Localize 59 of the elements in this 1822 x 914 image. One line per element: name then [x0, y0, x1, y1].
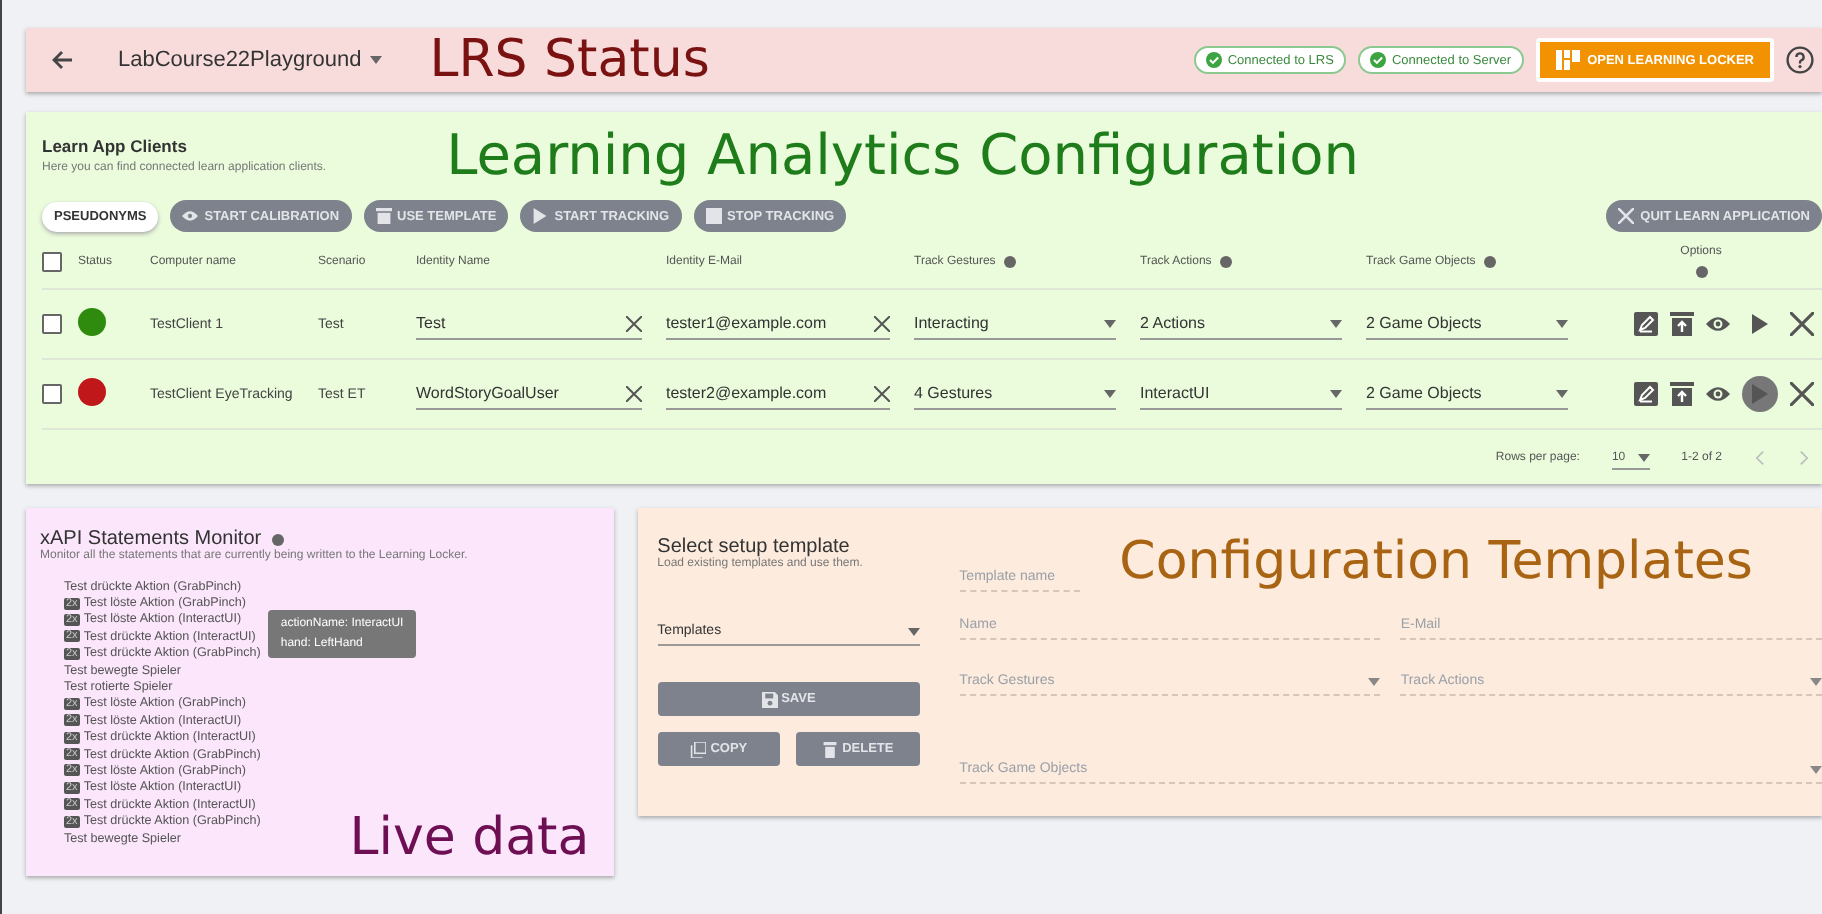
play-icon[interactable]: [1752, 314, 1768, 334]
eye-icon[interactable]: [1706, 382, 1730, 406]
caret-icon: [1104, 319, 1116, 327]
select-field[interactable]: 2 Game Objects: [1366, 378, 1568, 410]
panel-title: Learn App Clients: [42, 135, 189, 155]
annotation-label: Configuration Templates: [1119, 532, 1753, 592]
check-circle-icon: [1205, 52, 1222, 68]
close-icon: [1618, 208, 1635, 224]
input-field[interactable]: tester2@example.com: [666, 378, 890, 410]
select-field[interactable]: 2 Game Objects: [1366, 308, 1568, 340]
back-arrow-icon[interactable]: [50, 48, 74, 72]
clear-icon: [874, 385, 890, 401]
caret-icon: [1330, 319, 1342, 327]
panel-title: Select setup template: [657, 536, 850, 558]
checkbox[interactable]: [42, 252, 62, 272]
edit-icon[interactable]: [1634, 312, 1658, 336]
save-icon: [761, 691, 778, 707]
edit-icon[interactable]: [1634, 382, 1658, 406]
close-icon[interactable]: [1790, 312, 1814, 336]
select-field[interactable]: InteractUI: [1140, 378, 1342, 410]
copy-icon: [690, 741, 707, 757]
caret-icon: [1556, 319, 1568, 327]
select-field[interactable]: 2 Actions: [1140, 308, 1342, 340]
eye-icon[interactable]: [1706, 312, 1730, 336]
checkbox[interactable]: [42, 384, 62, 404]
caret-icon[interactable]: [1637, 453, 1650, 461]
caret-icon: [1330, 389, 1342, 397]
play-button[interactable]: [1742, 376, 1778, 412]
archive-icon[interactable]: [1670, 382, 1694, 406]
stop-icon: [705, 208, 722, 224]
caret-icon: [1104, 389, 1116, 397]
input-field[interactable]: Test: [416, 308, 642, 340]
trash-icon: [822, 741, 839, 757]
archive-icon: [375, 208, 392, 224]
play-icon: [532, 208, 549, 224]
caret-icon: [907, 627, 920, 635]
eye-icon: [182, 208, 199, 224]
caret-icon: [1810, 677, 1822, 685]
select-field[interactable]: Interacting: [914, 308, 1116, 340]
check-circle-icon: [1369, 52, 1386, 68]
caret-icon: [1556, 389, 1568, 397]
annotation-label: Live data: [349, 808, 590, 868]
annotation-label: LRS Status: [429, 30, 710, 90]
input-field[interactable]: WordStoryGoalUser: [416, 378, 642, 410]
checkbox[interactable]: [42, 314, 62, 334]
project-dropdown[interactable]: LabCourse22Playground: [106, 46, 394, 74]
caret-icon: [1810, 765, 1822, 773]
archive-icon[interactable]: [1670, 312, 1694, 336]
clear-icon: [626, 385, 642, 401]
close-icon[interactable]: [1790, 382, 1814, 406]
select-field[interactable]: 4 Gestures: [914, 378, 1116, 410]
panel-title: xAPI Statements Monitor: [40, 528, 262, 550]
clear-icon: [874, 315, 890, 331]
caret-icon: [1368, 677, 1381, 685]
clear-icon: [626, 315, 642, 331]
annotation-label: Learning Analytics Configuration: [446, 121, 1359, 187]
grid-logo-icon: [1555, 50, 1580, 70]
caret-icon: [369, 56, 382, 64]
input-field[interactable]: tester1@example.com: [666, 308, 890, 340]
